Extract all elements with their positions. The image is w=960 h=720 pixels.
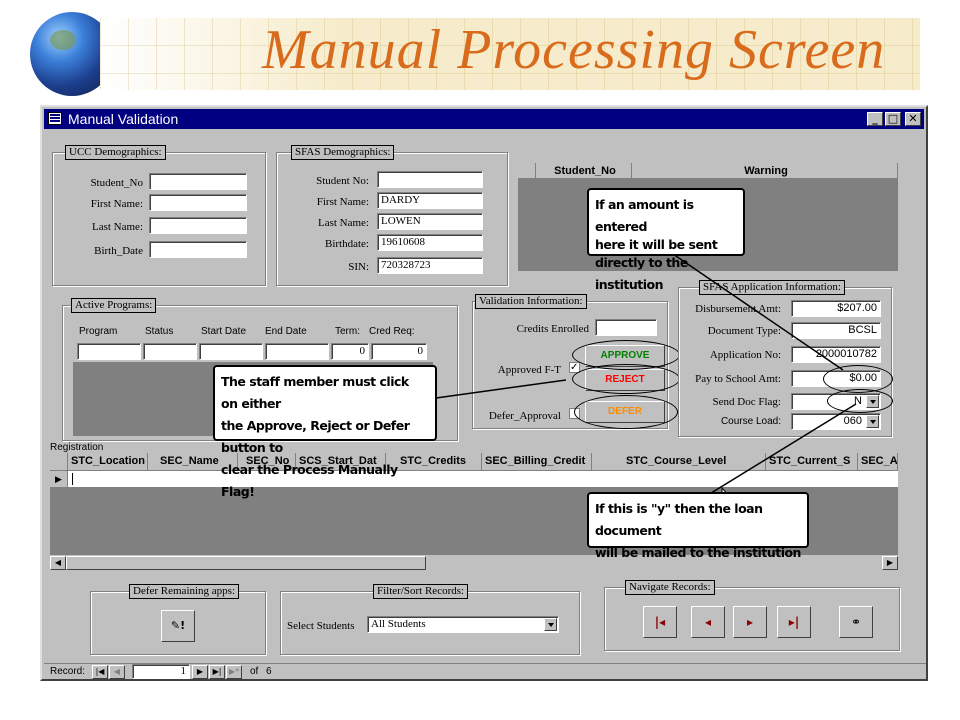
flag-callout-line: will be mailed to the institution [595, 545, 801, 560]
staff-callout: The staff member must click on either th… [213, 365, 437, 499]
flag-arrow [689, 403, 857, 507]
staff-callout-line: The staff member must click on either [221, 374, 409, 411]
amount-callout-line: If an amount is entered [595, 197, 694, 234]
flag-callout-line: If this is "y" then the loan document [595, 501, 763, 538]
staff-arrow [435, 379, 567, 399]
callout-arrows [435, 251, 857, 507]
flag-callout: If this is "y" then the loan document wi… [587, 492, 809, 560]
amount-callout-line: directly to the institution [595, 255, 688, 292]
staff-callout-line: the Approve, Reject or Defer button to [221, 418, 410, 455]
staff-callout-line: clear the Process Manually Flag! [221, 462, 398, 499]
amount-callout: If an amount is entered here it will be … [587, 188, 745, 292]
